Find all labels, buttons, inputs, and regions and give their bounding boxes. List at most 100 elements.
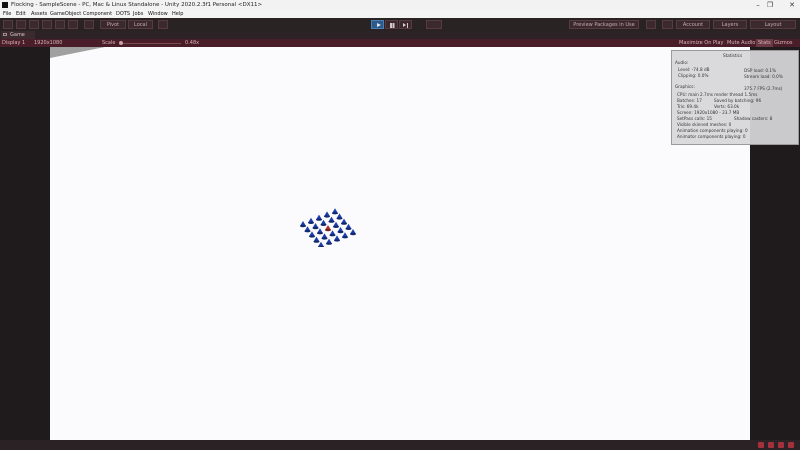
stats-shadow-casters: Shadow casters: 8	[734, 116, 773, 121]
boid-base	[308, 221, 314, 224]
game-view-toolbar: Display 1 1920x1080 Scale 0.48x Maximize…	[0, 39, 800, 47]
boid-base	[342, 236, 348, 239]
boid-base	[329, 234, 336, 237]
pause-icon	[390, 23, 392, 28]
scale-tool-button[interactable]	[42, 20, 52, 29]
preview-packages-dropdown[interactable]: Preview Packages in Use	[569, 20, 639, 29]
account-dropdown[interactable]: Account	[676, 20, 710, 29]
game-view[interactable]	[50, 47, 750, 440]
window-title: Flocking - SampleScene - PC, Mac & Linux…	[11, 2, 263, 8]
boid-base	[345, 227, 352, 230]
tab-strip	[0, 31, 800, 39]
boid-base	[334, 239, 340, 242]
light-bake-icon[interactable]	[788, 442, 794, 448]
move-tool-button[interactable]	[16, 20, 26, 29]
stats-title: Statistics	[723, 53, 743, 58]
scale-slider-track[interactable]	[123, 43, 181, 44]
menu-assets[interactable]: Assets	[31, 10, 47, 18]
menu-window[interactable]: Window	[148, 10, 168, 18]
menu-gameobject[interactable]: GameObject	[50, 10, 81, 18]
cloud-icon[interactable]	[662, 20, 673, 29]
menu-component[interactable]: Component	[83, 10, 112, 18]
menu-edit[interactable]: Edit	[16, 10, 26, 18]
stats-fps: 375.7 FPS (2.7ms)	[744, 86, 783, 91]
step-button[interactable]	[399, 20, 412, 29]
game-view-icon	[3, 33, 7, 36]
menu-dots[interactable]: DOTS	[116, 10, 130, 18]
maximize-on-play-toggle[interactable]: Maximize On Play	[679, 39, 723, 47]
boid-base	[333, 225, 339, 228]
stats-saved-batching: Saved by batching: 96	[714, 98, 762, 103]
statistics-panel: Statistics Audio: Level: -74.8 dB Clippi…	[671, 50, 799, 145]
boid-base	[337, 230, 344, 234]
scale-label: Scale	[102, 40, 116, 46]
local-toggle[interactable]: Local	[128, 20, 153, 29]
restore-button[interactable]: ❐	[763, 0, 777, 10]
camera-edge-shading	[50, 47, 105, 58]
layers-dropdown[interactable]: Layers	[713, 20, 747, 29]
layout-dropdown[interactable]: Layout	[750, 20, 796, 29]
stats-anim-playing: Animation components playing: 0	[677, 128, 748, 133]
boid-base	[324, 215, 330, 218]
stats-screen: Screen: 1920x1080 - 23.7 MB	[677, 110, 740, 115]
boid-base	[350, 232, 356, 236]
stats-dsp-load: DSP load: 0.1%	[744, 68, 777, 73]
play-button[interactable]	[371, 20, 384, 29]
main-toolbar: Pivot Local Preview Packages in Use Acco…	[0, 18, 800, 32]
menu-file[interactable]: File	[3, 10, 11, 18]
rotate-tool-button[interactable]	[29, 20, 39, 29]
boid-base	[325, 228, 331, 232]
rect-tool-button[interactable]	[55, 20, 65, 29]
letterbox-left	[0, 47, 50, 440]
display-dropdown[interactable]: Display 1	[2, 39, 25, 47]
mute-audio-toggle[interactable]: Mute Audio	[727, 39, 755, 47]
boid-base	[320, 223, 327, 226]
hand-tool-button[interactable]	[3, 20, 13, 29]
boid-base	[332, 212, 338, 215]
stats-setpass: SetPass calls: 15	[677, 116, 712, 121]
menu-jobs[interactable]: Jobs	[133, 10, 143, 18]
progress-icon[interactable]	[768, 442, 774, 448]
boid-base	[309, 235, 315, 238]
stats-verts: Verts: 63.0k	[714, 104, 740, 109]
tab-game-label: Game	[10, 32, 25, 38]
boid-base	[304, 230, 311, 233]
menu-bar: File Edit Assets GameObject Component DO…	[0, 10, 800, 18]
console-error-icon[interactable]	[758, 442, 764, 448]
boid-base	[316, 218, 322, 221]
grid-snap-button[interactable]	[158, 20, 168, 29]
stats-skinned: Visible skinned meshes: 0	[677, 122, 732, 127]
transform-tool-button[interactable]	[68, 20, 78, 29]
boid-base	[326, 242, 332, 245]
stats-level: Level: -74.8 dB	[678, 67, 710, 72]
unity-logo-icon	[2, 2, 8, 8]
boid-base	[317, 232, 323, 235]
stats-clipping: Clipping: 0.0%	[678, 73, 709, 78]
tab-game[interactable]: Game	[1, 31, 35, 39]
resolution-dropdown[interactable]: 1920x1080	[34, 39, 62, 47]
stats-stream-load: Stream load: 0.0%	[744, 74, 783, 79]
stats-batches: Batches: 17	[677, 98, 702, 103]
boid-base	[300, 224, 306, 228]
services-icon[interactable]	[646, 20, 656, 29]
boid-flock	[300, 208, 356, 247]
gizmos-dropdown[interactable]: Gizmos	[774, 39, 792, 47]
stats-animator-playing: Animator components playing: 0	[677, 134, 746, 139]
step-icon	[403, 23, 406, 27]
boid-base	[313, 240, 320, 243]
pivot-toggle[interactable]: Pivot	[100, 20, 126, 29]
boid-base	[321, 237, 328, 240]
bug-icon[interactable]	[778, 442, 784, 448]
menu-help[interactable]: Help	[172, 10, 183, 18]
scale-value: 0.48x	[185, 40, 200, 46]
custom-tool-button[interactable]	[84, 20, 94, 29]
pause-button[interactable]	[385, 20, 398, 29]
stats-graphics-header: Graphics:	[675, 84, 695, 89]
stats-cpu: CPU: main 2.7ms render thread 1.5ms	[677, 92, 758, 97]
close-button[interactable]: ✕	[785, 0, 799, 10]
stats-toggle[interactable]: Stats	[756, 39, 773, 47]
collab-button[interactable]	[426, 20, 442, 29]
boid-base	[341, 222, 347, 225]
boid-base	[328, 220, 335, 223]
boid-base	[312, 226, 319, 230]
